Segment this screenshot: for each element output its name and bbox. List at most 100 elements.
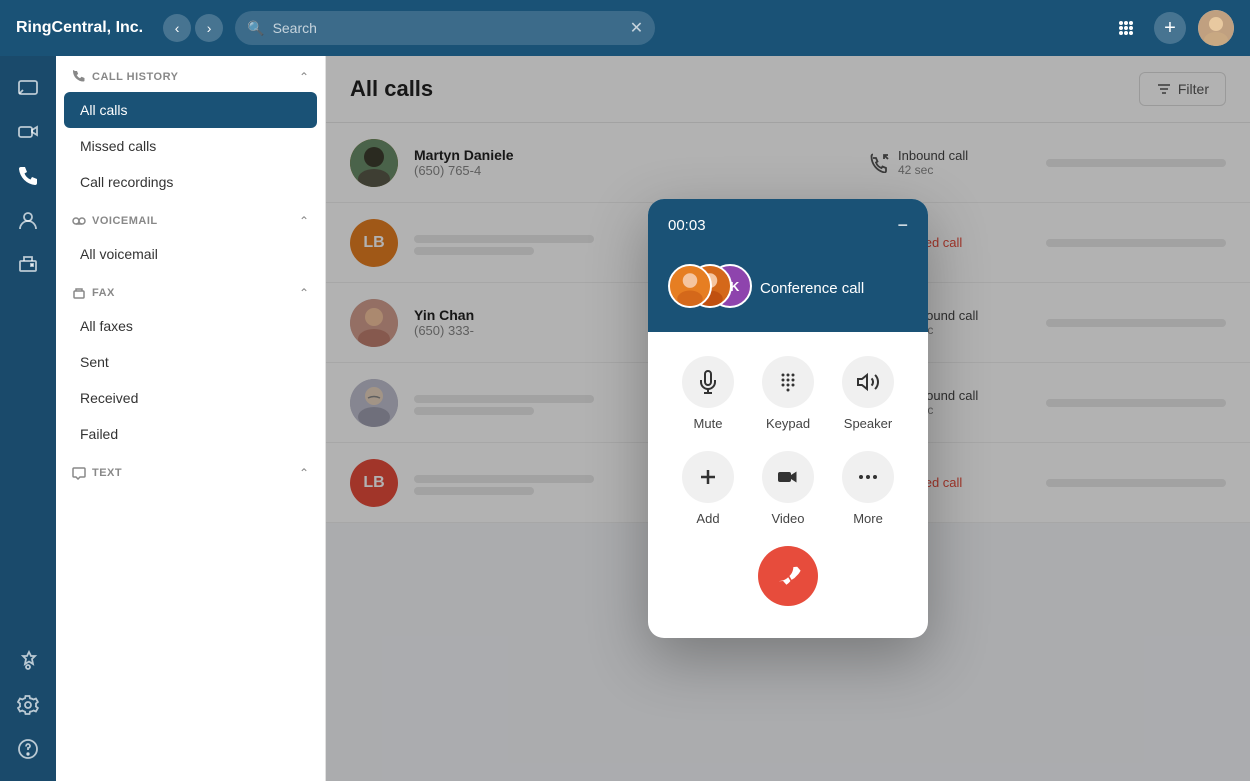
forward-button[interactable]: › — [195, 14, 223, 42]
text-title: TEXT — [72, 466, 122, 480]
topbar-right: + — [1110, 10, 1234, 46]
fax-header[interactable]: FAX ⌃ — [56, 272, 325, 308]
sidebar-item-all-voicemail[interactable]: All voicemail — [64, 236, 317, 272]
mute-icon-wrapper — [682, 356, 734, 408]
sidebar-section-fax: FAX ⌃ All faxes Sent Received Failed — [56, 272, 325, 452]
keypad-icon — [776, 370, 800, 394]
contacts-icon — [17, 209, 39, 231]
call-history-chevron: ⌃ — [299, 70, 309, 84]
messaging-icon — [17, 77, 39, 99]
app-title: RingCentral, Inc. — [16, 19, 143, 37]
extensions-icon-bar-item[interactable] — [8, 641, 48, 681]
text-header[interactable]: TEXT ⌃ — [56, 452, 325, 488]
conference-avatars: KK — [668, 264, 748, 312]
conference-avatar-1 — [668, 264, 712, 308]
main-content: All calls Filter — [326, 56, 1250, 781]
fax-icon — [17, 253, 39, 275]
sidebar-item-call-recordings[interactable]: Call recordings — [64, 164, 317, 200]
back-button[interactable]: ‹ — [163, 14, 191, 42]
more-button[interactable]: More — [842, 451, 894, 526]
help-icon-bar-item[interactable] — [8, 729, 48, 769]
call-modal-conference: KK Conference call — [648, 252, 928, 332]
sidebar-item-all-faxes[interactable]: All faxes — [64, 308, 317, 344]
conf-avatar-image-1 — [670, 264, 710, 308]
voicemail-icon — [72, 214, 86, 228]
nav-buttons: ‹ › — [163, 14, 223, 42]
keypad-label: Keypad — [766, 416, 810, 431]
user-avatar[interactable] — [1198, 10, 1234, 46]
fax-chevron: ⌃ — [299, 286, 309, 300]
apps-button[interactable] — [1110, 12, 1142, 44]
search-bar[interactable]: 🔍 ✕ — [235, 11, 655, 45]
icon-bar — [0, 56, 56, 781]
sidebar-item-sent[interactable]: Sent — [64, 344, 317, 380]
help-icon — [17, 738, 39, 760]
more-icon — [856, 465, 880, 489]
speaker-icon — [856, 370, 880, 394]
add-icon — [696, 465, 720, 489]
settings-icon-bar-item[interactable] — [8, 685, 48, 725]
text-icon — [72, 466, 86, 480]
call-history-header[interactable]: CALL HISTORY ⌃ — [56, 56, 325, 92]
main-layout: CALL HISTORY ⌃ All calls Missed calls Ca… — [0, 56, 1250, 781]
speaker-icon-wrapper — [842, 356, 894, 408]
video-icon — [17, 121, 39, 143]
fax-icon-bar-item[interactable] — [8, 244, 48, 284]
add-call-button[interactable]: Add — [682, 451, 734, 526]
call-timer: 00:03 — [668, 217, 706, 234]
sidebar-section-call-history: CALL HISTORY ⌃ All calls Missed calls Ca… — [56, 56, 325, 200]
action-row-2: Add Video — [668, 451, 908, 526]
icon-bar-bottom — [8, 641, 48, 769]
add-icon-wrapper — [682, 451, 734, 503]
call-history-title: CALL HISTORY — [72, 70, 178, 84]
more-label: More — [853, 511, 883, 526]
search-clear-icon[interactable]: ✕ — [630, 18, 643, 38]
mute-button[interactable]: Mute — [682, 356, 734, 431]
messaging-icon-bar-item[interactable] — [8, 68, 48, 108]
search-icon: 🔍 — [247, 20, 264, 37]
end-call-button[interactable] — [758, 546, 818, 606]
conference-call-modal: 00:03 − — [648, 199, 928, 638]
video-icon-bar-item[interactable] — [8, 112, 48, 152]
speaker-label: Speaker — [844, 416, 892, 431]
contacts-icon-bar-item[interactable] — [8, 200, 48, 240]
mute-label: Mute — [694, 416, 723, 431]
modal-overlay: 00:03 − — [326, 56, 1250, 781]
minimize-button[interactable]: − — [897, 215, 908, 236]
phone-icon — [17, 165, 39, 187]
video-call-icon — [776, 465, 800, 489]
call-modal-actions: Mute — [648, 332, 928, 638]
keypad-icon-wrapper — [762, 356, 814, 408]
phone-icon-bar-item[interactable] — [8, 156, 48, 196]
sidebar: CALL HISTORY ⌃ All calls Missed calls Ca… — [56, 56, 326, 781]
voicemail-title: VOICEMAIL — [72, 214, 158, 228]
phone-small-icon — [72, 70, 86, 84]
add-label: Add — [696, 511, 719, 526]
fax-title: FAX — [72, 286, 115, 300]
sidebar-item-all-calls[interactable]: All calls — [64, 92, 317, 128]
extensions-icon — [17, 650, 39, 672]
sidebar-item-failed[interactable]: Failed — [64, 416, 317, 452]
video-icon-wrapper — [762, 451, 814, 503]
keypad-button[interactable]: Keypad — [762, 356, 814, 431]
settings-icon — [17, 694, 39, 716]
sidebar-section-voicemail: VOICEMAIL ⌃ All voicemail — [56, 200, 325, 272]
text-chevron: ⌃ — [299, 466, 309, 480]
call-modal-header: 00:03 − — [648, 199, 928, 252]
topbar: RingCentral, Inc. ‹ › 🔍 ✕ + — [0, 0, 1250, 56]
sidebar-item-missed-calls[interactable]: Missed calls — [64, 128, 317, 164]
video-label: Video — [771, 511, 804, 526]
apps-icon — [1116, 18, 1136, 38]
voicemail-header[interactable]: VOICEMAIL ⌃ — [56, 200, 325, 236]
speaker-button[interactable]: Speaker — [842, 356, 894, 431]
end-call-icon — [774, 562, 802, 590]
fax-small-icon — [72, 286, 86, 300]
sidebar-item-received[interactable]: Received — [64, 380, 317, 416]
search-input[interactable] — [273, 20, 622, 36]
add-button[interactable]: + — [1154, 12, 1186, 44]
video-button[interactable]: Video — [762, 451, 814, 526]
more-icon-wrapper — [842, 451, 894, 503]
action-row-1: Mute — [668, 356, 908, 431]
sidebar-section-text: TEXT ⌃ — [56, 452, 325, 488]
mute-icon — [696, 370, 720, 394]
